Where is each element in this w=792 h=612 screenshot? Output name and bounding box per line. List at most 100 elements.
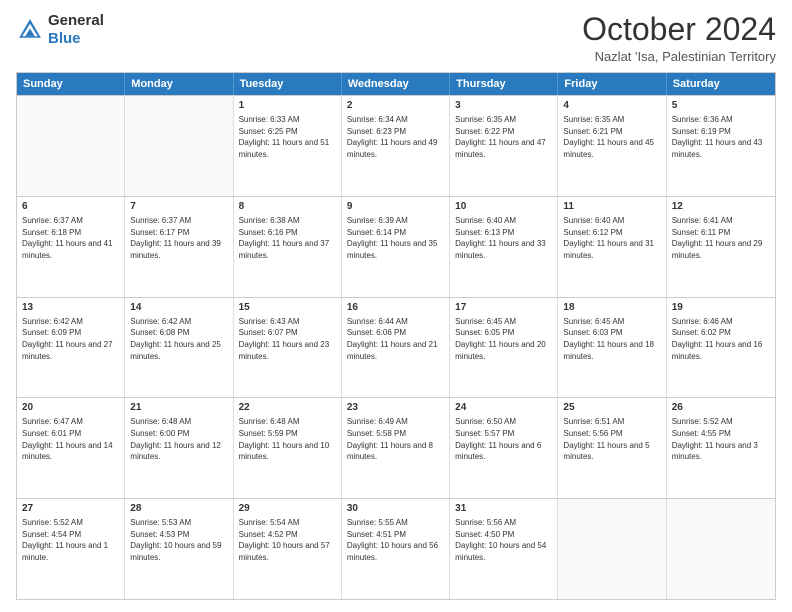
logo-icon	[16, 16, 44, 44]
day-number: 6	[22, 200, 119, 214]
logo-general: General	[48, 12, 104, 29]
day-number: 8	[239, 200, 336, 214]
cell-info: Sunrise: 6:51 AM Sunset: 5:56 PM Dayligh…	[563, 416, 660, 462]
calendar-cell: 25Sunrise: 6:51 AM Sunset: 5:56 PM Dayli…	[558, 398, 666, 498]
day-number: 1	[239, 99, 336, 113]
day-number: 21	[130, 401, 227, 415]
cell-info: Sunrise: 6:40 AM Sunset: 6:12 PM Dayligh…	[563, 215, 660, 261]
cell-info: Sunrise: 6:35 AM Sunset: 6:21 PM Dayligh…	[563, 114, 660, 160]
calendar-cell: 4Sunrise: 6:35 AM Sunset: 6:21 PM Daylig…	[558, 96, 666, 196]
cell-info: Sunrise: 6:44 AM Sunset: 6:06 PM Dayligh…	[347, 316, 444, 362]
calendar-cell: 1Sunrise: 6:33 AM Sunset: 6:25 PM Daylig…	[234, 96, 342, 196]
cell-info: Sunrise: 6:37 AM Sunset: 6:17 PM Dayligh…	[130, 215, 227, 261]
calendar-cell: 30Sunrise: 5:55 AM Sunset: 4:51 PM Dayli…	[342, 499, 450, 599]
day-number: 15	[239, 301, 336, 315]
calendar-row-3: 13Sunrise: 6:42 AM Sunset: 6:09 PM Dayli…	[17, 297, 775, 398]
calendar: SundayMondayTuesdayWednesdayThursdayFrid…	[16, 72, 776, 600]
weekday-header-sunday: Sunday	[17, 73, 125, 95]
calendar-cell: 29Sunrise: 5:54 AM Sunset: 4:52 PM Dayli…	[234, 499, 342, 599]
cell-info: Sunrise: 5:52 AM Sunset: 4:54 PM Dayligh…	[22, 517, 119, 563]
weekday-header-friday: Friday	[558, 73, 666, 95]
day-number: 26	[672, 401, 770, 415]
day-number: 2	[347, 99, 444, 113]
day-number: 20	[22, 401, 119, 415]
cell-info: Sunrise: 5:52 AM Sunset: 4:55 PM Dayligh…	[672, 416, 770, 462]
weekday-header-wednesday: Wednesday	[342, 73, 450, 95]
title-block: October 2024 Nazlat 'Isa, Palestinian Te…	[582, 12, 776, 64]
cell-info: Sunrise: 6:47 AM Sunset: 6:01 PM Dayligh…	[22, 416, 119, 462]
calendar-row-5: 27Sunrise: 5:52 AM Sunset: 4:54 PM Dayli…	[17, 498, 775, 599]
cell-info: Sunrise: 6:39 AM Sunset: 6:14 PM Dayligh…	[347, 215, 444, 261]
calendar-body: 1Sunrise: 6:33 AM Sunset: 6:25 PM Daylig…	[17, 95, 775, 599]
cell-info: Sunrise: 6:34 AM Sunset: 6:23 PM Dayligh…	[347, 114, 444, 160]
cell-info: Sunrise: 6:45 AM Sunset: 6:03 PM Dayligh…	[563, 316, 660, 362]
cell-info: Sunrise: 6:33 AM Sunset: 6:25 PM Dayligh…	[239, 114, 336, 160]
day-number: 18	[563, 301, 660, 315]
calendar-cell: 5Sunrise: 6:36 AM Sunset: 6:19 PM Daylig…	[667, 96, 775, 196]
calendar-cell: 26Sunrise: 5:52 AM Sunset: 4:55 PM Dayli…	[667, 398, 775, 498]
cell-info: Sunrise: 6:50 AM Sunset: 5:57 PM Dayligh…	[455, 416, 552, 462]
logo-text: General Blue	[48, 12, 104, 48]
calendar-cell: 31Sunrise: 5:56 AM Sunset: 4:50 PM Dayli…	[450, 499, 558, 599]
logo-blue: Blue	[48, 30, 81, 47]
calendar-cell: 17Sunrise: 6:45 AM Sunset: 6:05 PM Dayli…	[450, 298, 558, 398]
cell-info: Sunrise: 5:55 AM Sunset: 4:51 PM Dayligh…	[347, 517, 444, 563]
day-number: 14	[130, 301, 227, 315]
day-number: 13	[22, 301, 119, 315]
cell-info: Sunrise: 6:42 AM Sunset: 6:08 PM Dayligh…	[130, 316, 227, 362]
logo: General Blue	[16, 12, 104, 48]
calendar-row-4: 20Sunrise: 6:47 AM Sunset: 6:01 PM Dayli…	[17, 397, 775, 498]
page: General Blue October 2024 Nazlat 'Isa, P…	[0, 0, 792, 612]
calendar-cell: 14Sunrise: 6:42 AM Sunset: 6:08 PM Dayli…	[125, 298, 233, 398]
weekday-header-thursday: Thursday	[450, 73, 558, 95]
day-number: 9	[347, 200, 444, 214]
day-number: 28	[130, 502, 227, 516]
calendar-cell: 23Sunrise: 6:49 AM Sunset: 5:58 PM Dayli…	[342, 398, 450, 498]
cell-info: Sunrise: 5:54 AM Sunset: 4:52 PM Dayligh…	[239, 517, 336, 563]
calendar-cell: 10Sunrise: 6:40 AM Sunset: 6:13 PM Dayli…	[450, 197, 558, 297]
calendar-cell: 7Sunrise: 6:37 AM Sunset: 6:17 PM Daylig…	[125, 197, 233, 297]
cell-info: Sunrise: 6:42 AM Sunset: 6:09 PM Dayligh…	[22, 316, 119, 362]
weekday-header-monday: Monday	[125, 73, 233, 95]
day-number: 5	[672, 99, 770, 113]
calendar-cell: 24Sunrise: 6:50 AM Sunset: 5:57 PM Dayli…	[450, 398, 558, 498]
calendar-cell: 8Sunrise: 6:38 AM Sunset: 6:16 PM Daylig…	[234, 197, 342, 297]
calendar-cell: 27Sunrise: 5:52 AM Sunset: 4:54 PM Dayli…	[17, 499, 125, 599]
cell-info: Sunrise: 6:45 AM Sunset: 6:05 PM Dayligh…	[455, 316, 552, 362]
calendar-cell: 3Sunrise: 6:35 AM Sunset: 6:22 PM Daylig…	[450, 96, 558, 196]
calendar-cell: 20Sunrise: 6:47 AM Sunset: 6:01 PM Dayli…	[17, 398, 125, 498]
day-number: 7	[130, 200, 227, 214]
calendar-row-1: 1Sunrise: 6:33 AM Sunset: 6:25 PM Daylig…	[17, 95, 775, 196]
day-number: 4	[563, 99, 660, 113]
day-number: 12	[672, 200, 770, 214]
day-number: 17	[455, 301, 552, 315]
header: General Blue October 2024 Nazlat 'Isa, P…	[16, 12, 776, 64]
cell-info: Sunrise: 6:48 AM Sunset: 5:59 PM Dayligh…	[239, 416, 336, 462]
day-number: 25	[563, 401, 660, 415]
calendar-cell	[667, 499, 775, 599]
weekday-header-saturday: Saturday	[667, 73, 775, 95]
day-number: 27	[22, 502, 119, 516]
month-title: October 2024	[582, 12, 776, 47]
calendar-cell: 15Sunrise: 6:43 AM Sunset: 6:07 PM Dayli…	[234, 298, 342, 398]
cell-info: Sunrise: 6:43 AM Sunset: 6:07 PM Dayligh…	[239, 316, 336, 362]
calendar-cell	[558, 499, 666, 599]
calendar-cell: 11Sunrise: 6:40 AM Sunset: 6:12 PM Dayli…	[558, 197, 666, 297]
calendar-cell: 9Sunrise: 6:39 AM Sunset: 6:14 PM Daylig…	[342, 197, 450, 297]
calendar-cell: 18Sunrise: 6:45 AM Sunset: 6:03 PM Dayli…	[558, 298, 666, 398]
cell-info: Sunrise: 5:56 AM Sunset: 4:50 PM Dayligh…	[455, 517, 552, 563]
calendar-cell	[125, 96, 233, 196]
calendar-cell: 12Sunrise: 6:41 AM Sunset: 6:11 PM Dayli…	[667, 197, 775, 297]
calendar-header: SundayMondayTuesdayWednesdayThursdayFrid…	[17, 73, 775, 95]
cell-info: Sunrise: 6:37 AM Sunset: 6:18 PM Dayligh…	[22, 215, 119, 261]
calendar-cell: 19Sunrise: 6:46 AM Sunset: 6:02 PM Dayli…	[667, 298, 775, 398]
calendar-cell: 2Sunrise: 6:34 AM Sunset: 6:23 PM Daylig…	[342, 96, 450, 196]
calendar-cell: 6Sunrise: 6:37 AM Sunset: 6:18 PM Daylig…	[17, 197, 125, 297]
day-number: 23	[347, 401, 444, 415]
location-subtitle: Nazlat 'Isa, Palestinian Territory	[582, 49, 776, 64]
day-number: 31	[455, 502, 552, 516]
calendar-cell: 28Sunrise: 5:53 AM Sunset: 4:53 PM Dayli…	[125, 499, 233, 599]
cell-info: Sunrise: 6:35 AM Sunset: 6:22 PM Dayligh…	[455, 114, 552, 160]
cell-info: Sunrise: 6:46 AM Sunset: 6:02 PM Dayligh…	[672, 316, 770, 362]
cell-info: Sunrise: 6:40 AM Sunset: 6:13 PM Dayligh…	[455, 215, 552, 261]
